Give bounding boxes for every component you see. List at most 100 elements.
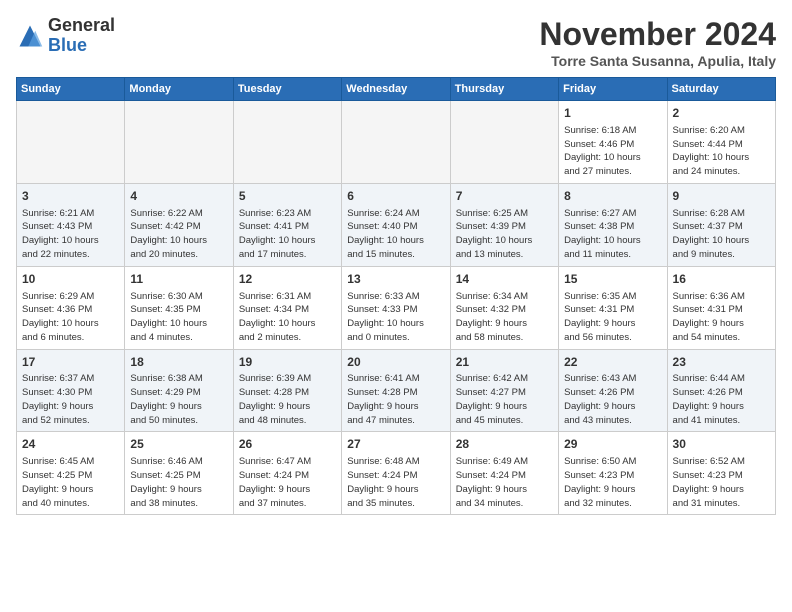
weekday-header-saturday: Saturday [667,78,775,101]
day-number: 18 [130,354,227,371]
day-info: Sunrise: 6:49 AM Sunset: 4:24 PM Dayligh… [456,455,553,510]
day-number: 28 [456,436,553,453]
day-info: Sunrise: 6:46 AM Sunset: 4:25 PM Dayligh… [130,455,227,510]
day-number: 8 [564,188,661,205]
day-info: Sunrise: 6:36 AM Sunset: 4:31 PM Dayligh… [673,290,770,345]
day-number: 22 [564,354,661,371]
day-number: 29 [564,436,661,453]
calendar-week-row: 10 Sunrise: 6:29 AM Sunset: 4:36 PM Dayli… [17,266,776,349]
day-info: Sunrise: 6:31 AM Sunset: 4:34 PM Dayligh… [239,290,336,345]
calendar-cell: 25 Sunrise: 6:46 AM Sunset: 4:25 PM Dayli… [125,432,233,515]
day-info: Sunrise: 6:30 AM Sunset: 4:35 PM Dayligh… [130,290,227,345]
day-info: Sunrise: 6:22 AM Sunset: 4:42 PM Dayligh… [130,207,227,262]
calendar-cell [233,101,341,184]
weekday-header-thursday: Thursday [450,78,558,101]
calendar-cell: 1 Sunrise: 6:18 AM Sunset: 4:46 PM Daylig… [559,101,667,184]
calendar-cell: 22Sunrise: 6:43 AM Sunset: 4:26 PM Dayli… [559,349,667,432]
title-block: November 2024 Torre Santa Susanna, Apuli… [539,16,776,69]
logo-blue: Blue [48,36,115,56]
day-info: Sunrise: 6:41 AM Sunset: 4:28 PM Dayligh… [347,372,444,427]
weekday-header-friday: Friday [559,78,667,101]
day-info: Sunrise: 6:20 AM Sunset: 4:44 PM Dayligh… [673,124,770,179]
day-info: Sunrise: 6:33 AM Sunset: 4:33 PM Dayligh… [347,290,444,345]
calendar-cell: 13Sunrise: 6:33 AM Sunset: 4:33 PM Dayli… [342,266,450,349]
day-info: Sunrise: 6:52 AM Sunset: 4:23 PM Dayligh… [673,455,770,510]
calendar-cell: 27 Sunrise: 6:48 AM Sunset: 4:24 PM Dayli… [342,432,450,515]
day-number: 2 [673,105,770,122]
day-number: 4 [130,188,227,205]
day-number: 27 [347,436,444,453]
calendar-cell [125,101,233,184]
calendar-cell: 12 Sunrise: 6:31 AM Sunset: 4:34 PM Dayli… [233,266,341,349]
calendar-cell: 20Sunrise: 6:41 AM Sunset: 4:28 PM Dayli… [342,349,450,432]
calendar-cell: 14 Sunrise: 6:34 AM Sunset: 4:32 PM Dayli… [450,266,558,349]
day-info: Sunrise: 6:23 AM Sunset: 4:41 PM Dayligh… [239,207,336,262]
page-header: General Blue November 2024 Torre Santa S… [16,16,776,69]
day-info: Sunrise: 6:45 AM Sunset: 4:25 PM Dayligh… [22,455,119,510]
calendar-cell [450,101,558,184]
day-number: 1 [564,105,661,122]
calendar-cell: 6Sunrise: 6:24 AM Sunset: 4:40 PM Daylig… [342,183,450,266]
calendar-cell: 17Sunrise: 6:37 AM Sunset: 4:30 PM Dayli… [17,349,125,432]
day-number: 12 [239,271,336,288]
day-number: 14 [456,271,553,288]
day-number: 23 [673,354,770,371]
calendar-cell: 16 Sunrise: 6:36 AM Sunset: 4:31 PM Dayli… [667,266,775,349]
calendar-cell: 7Sunrise: 6:25 AM Sunset: 4:39 PM Daylig… [450,183,558,266]
logo: General Blue [16,16,115,56]
weekday-header-monday: Monday [125,78,233,101]
day-info: Sunrise: 6:42 AM Sunset: 4:27 PM Dayligh… [456,372,553,427]
location-subtitle: Torre Santa Susanna, Apulia, Italy [539,53,776,69]
calendar-cell: 11Sunrise: 6:30 AM Sunset: 4:35 PM Dayli… [125,266,233,349]
day-info: Sunrise: 6:35 AM Sunset: 4:31 PM Dayligh… [564,290,661,345]
day-info: Sunrise: 6:27 AM Sunset: 4:38 PM Dayligh… [564,207,661,262]
day-number: 30 [673,436,770,453]
day-info: Sunrise: 6:48 AM Sunset: 4:24 PM Dayligh… [347,455,444,510]
day-number: 25 [130,436,227,453]
day-number: 10 [22,271,119,288]
calendar-cell: 4 Sunrise: 6:22 AM Sunset: 4:42 PM Daylig… [125,183,233,266]
day-info: Sunrise: 6:39 AM Sunset: 4:28 PM Dayligh… [239,372,336,427]
calendar-cell [342,101,450,184]
weekday-header-tuesday: Tuesday [233,78,341,101]
calendar-header-row: SundayMondayTuesdayWednesdayThursdayFrid… [17,78,776,101]
calendar-week-row: 17Sunrise: 6:37 AM Sunset: 4:30 PM Dayli… [17,349,776,432]
day-info: Sunrise: 6:21 AM Sunset: 4:43 PM Dayligh… [22,207,119,262]
day-info: Sunrise: 6:44 AM Sunset: 4:26 PM Dayligh… [673,372,770,427]
day-number: 16 [673,271,770,288]
day-info: Sunrise: 6:34 AM Sunset: 4:32 PM Dayligh… [456,290,553,345]
day-number: 20 [347,354,444,371]
day-info: Sunrise: 6:29 AM Sunset: 4:36 PM Dayligh… [22,290,119,345]
calendar-cell: 15Sunrise: 6:35 AM Sunset: 4:31 PM Dayli… [559,266,667,349]
day-info: Sunrise: 6:37 AM Sunset: 4:30 PM Dayligh… [22,372,119,427]
logo-text: General Blue [48,16,115,56]
calendar-table: SundayMondayTuesdayWednesdayThursdayFrid… [16,77,776,515]
calendar-cell: 26 Sunrise: 6:47 AM Sunset: 4:24 PM Dayli… [233,432,341,515]
day-info: Sunrise: 6:24 AM Sunset: 4:40 PM Dayligh… [347,207,444,262]
calendar-cell: 21Sunrise: 6:42 AM Sunset: 4:27 PM Dayli… [450,349,558,432]
day-info: Sunrise: 6:18 AM Sunset: 4:46 PM Dayligh… [564,124,661,179]
calendar-cell: 18Sunrise: 6:38 AM Sunset: 4:29 PM Dayli… [125,349,233,432]
calendar-cell: 2 Sunrise: 6:20 AM Sunset: 4:44 PM Daylig… [667,101,775,184]
calendar-week-row: 24Sunrise: 6:45 AM Sunset: 4:25 PM Dayli… [17,432,776,515]
calendar-cell: 9Sunrise: 6:28 AM Sunset: 4:37 PM Daylig… [667,183,775,266]
calendar-cell: 8 Sunrise: 6:27 AM Sunset: 4:38 PM Daylig… [559,183,667,266]
calendar-week-row: 1 Sunrise: 6:18 AM Sunset: 4:46 PM Daylig… [17,101,776,184]
month-title: November 2024 [539,16,776,53]
day-info: Sunrise: 6:43 AM Sunset: 4:26 PM Dayligh… [564,372,661,427]
day-number: 5 [239,188,336,205]
calendar-cell: 23Sunrise: 6:44 AM Sunset: 4:26 PM Dayli… [667,349,775,432]
day-info: Sunrise: 6:47 AM Sunset: 4:24 PM Dayligh… [239,455,336,510]
logo-general: General [48,16,115,36]
day-number: 17 [22,354,119,371]
day-number: 26 [239,436,336,453]
day-number: 9 [673,188,770,205]
calendar-cell [17,101,125,184]
calendar-cell: 28 Sunrise: 6:49 AM Sunset: 4:24 PM Dayli… [450,432,558,515]
calendar-cell: 19Sunrise: 6:39 AM Sunset: 4:28 PM Dayli… [233,349,341,432]
day-number: 19 [239,354,336,371]
logo-icon [16,22,44,50]
calendar-cell: 30 Sunrise: 6:52 AM Sunset: 4:23 PM Dayli… [667,432,775,515]
calendar-cell: 29Sunrise: 6:50 AM Sunset: 4:23 PM Dayli… [559,432,667,515]
day-number: 21 [456,354,553,371]
